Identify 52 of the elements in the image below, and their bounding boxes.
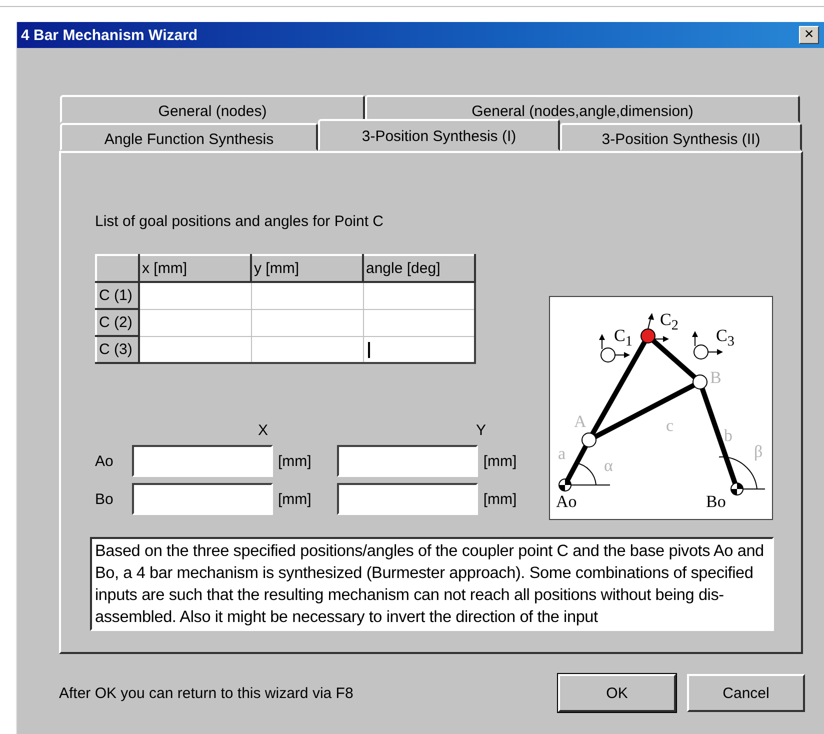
- diagram-label: Ao: [556, 493, 577, 510]
- unit-label: [mm]: [483, 452, 517, 470]
- tab[interactable]: General (nodes): [60, 95, 365, 123]
- table-cell[interactable]: [139, 336, 251, 363]
- diagram-label: c: [666, 417, 674, 434]
- window-title: 4 Bar Mechanism Wizard: [21, 26, 198, 44]
- table-cell[interactable]: [139, 309, 251, 336]
- input-field[interactable]: [132, 445, 273, 477]
- diagram-label: b: [724, 427, 732, 444]
- corner-cell: [96, 255, 139, 282]
- ok-button[interactable]: OK: [558, 674, 676, 712]
- tab[interactable]: 3-Position Synthesis (II): [560, 123, 802, 151]
- diagram-label: C$_{1}$: [614, 327, 632, 349]
- field-label: Bo: [95, 490, 114, 508]
- input-field[interactable]: [132, 483, 273, 515]
- table-cell[interactable]: [251, 309, 363, 336]
- diagram-label: α: [604, 457, 613, 474]
- diagram-label: C$_{2}$: [660, 311, 678, 333]
- input-field[interactable]: [337, 483, 478, 515]
- diagram-label: A: [574, 413, 586, 430]
- table-cell[interactable]: [363, 282, 475, 309]
- description-text: Based on the three specified positions/angles of the coupler point C and the base pivots Ao and Bo, a 4 bar mechanism is synthesized (Burmester approach). Some combinations of specified inputs are such that the resulting mechanism can not reach all positions without being dis-assembled. Also it might be necessary to invert the direction of the input: [90, 537, 774, 631]
- row-header: C (3): [96, 336, 139, 363]
- table-cell[interactable]: [139, 282, 251, 309]
- column-header: y [mm]: [251, 255, 363, 282]
- column-label: X: [258, 422, 268, 439]
- table-cell[interactable]: [363, 336, 475, 363]
- diagram-label: β: [754, 443, 763, 460]
- input-field[interactable]: [337, 445, 478, 477]
- column-header: x [mm]: [139, 255, 251, 282]
- diagram-label: B: [710, 369, 722, 386]
- table-cell[interactable]: [251, 282, 363, 309]
- table-cell[interactable]: [363, 309, 475, 336]
- tab[interactable]: 3-Position Synthesis (I): [318, 119, 560, 151]
- unit-label: [mm]: [483, 490, 517, 508]
- column-header: angle [deg]: [363, 255, 475, 282]
- diagram-label: C$_{3}$: [716, 327, 734, 349]
- close-button[interactable]: ×: [799, 26, 819, 44]
- table-cell[interactable]: [251, 336, 363, 363]
- footer-note: After OK you can return to this wizard via F8: [59, 684, 354, 702]
- tab[interactable]: General (nodes,angle,dimension): [365, 95, 800, 123]
- tab[interactable]: Angle Function Synthesis: [60, 123, 318, 151]
- diagram-label: a: [558, 445, 566, 462]
- unit-label: [mm]: [278, 490, 312, 508]
- cancel-button[interactable]: Cancel: [687, 674, 805, 712]
- row-header: C (1): [96, 282, 139, 309]
- unit-label: [mm]: [278, 452, 312, 470]
- row-header: C (2): [96, 309, 139, 336]
- diagram-label: Bo: [706, 493, 726, 510]
- column-label: Y: [476, 422, 486, 439]
- field-label: Ao: [95, 452, 114, 470]
- table-caption: List of goal positions and angles for Point C: [95, 213, 384, 230]
